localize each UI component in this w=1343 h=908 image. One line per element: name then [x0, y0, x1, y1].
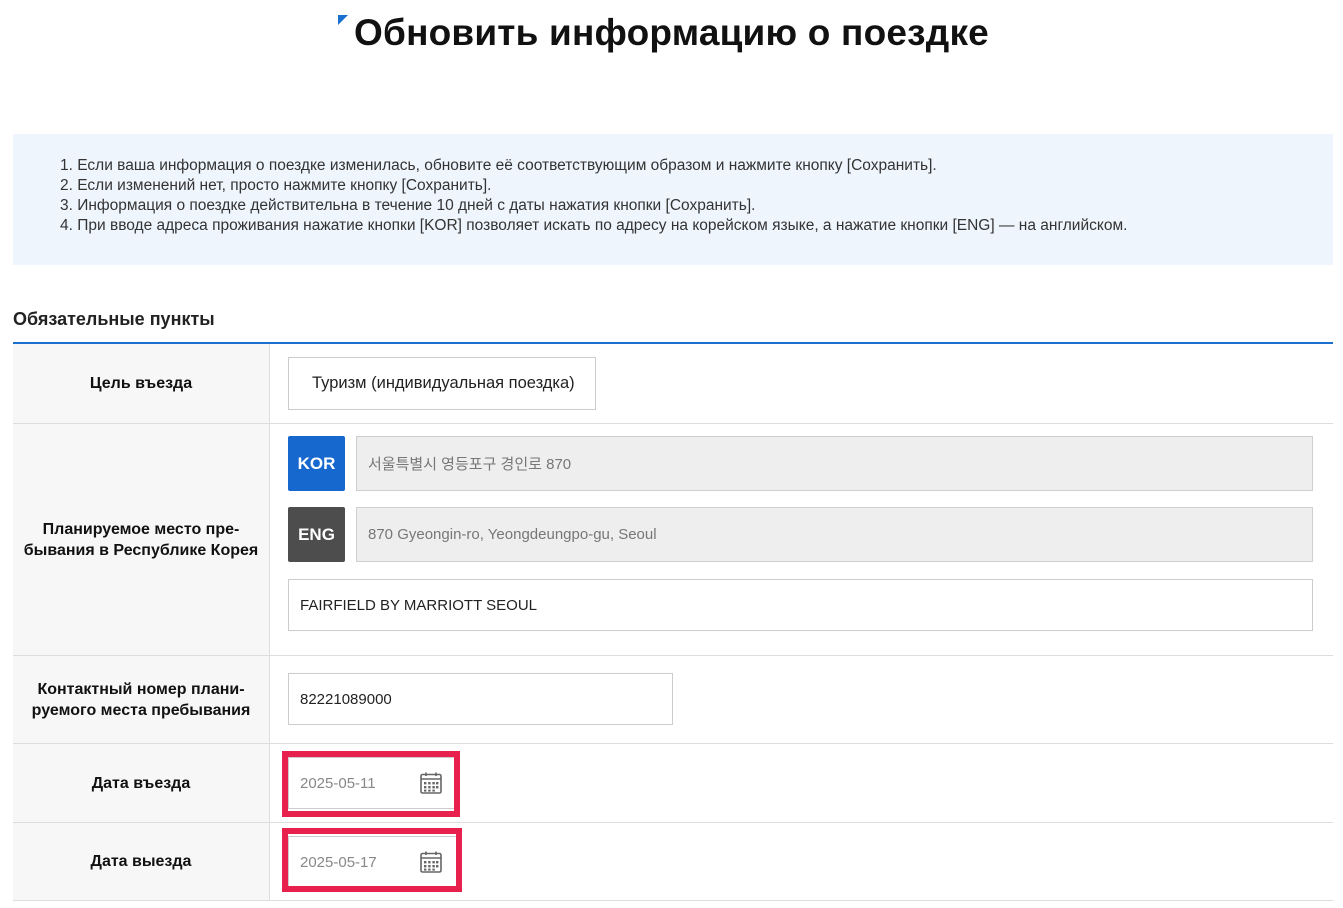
- content-exit-date: 2025-05-17: [270, 823, 1333, 900]
- notice-item: 3. Информация о поездке действительна в …: [60, 197, 756, 214]
- notice-item: 1. Если ваша информация о поездке измени…: [60, 157, 937, 174]
- row-exit-date: Дата выезда 2025-05-17: [13, 823, 1333, 901]
- trip-form: Цель въезда Туризм (индивидуальная поезд…: [13, 342, 1333, 901]
- eng-address-field: 870 Gyeongin-ro, Yeongdeungpo-gu, Seoul: [356, 507, 1313, 562]
- label-entry-date: Дата въезда: [13, 744, 270, 822]
- row-entry-date: Дата въезда 2025-05-11: [13, 744, 1333, 823]
- row-contact: Контактный номер плани-руемого места пре…: [13, 656, 1333, 744]
- kor-address-button[interactable]: KOR: [288, 436, 345, 491]
- notice-box: 1. Если ваша информация о поездке измени…: [13, 134, 1333, 265]
- content-entry-date: 2025-05-11: [270, 744, 1333, 822]
- notice-list: 1. Если ваша информация о поездке измени…: [60, 156, 1333, 236]
- place-name-input[interactable]: FAIRFIELD BY MARRIOTT SEOUL: [288, 579, 1313, 631]
- exit-date-highlight: [282, 828, 462, 892]
- section-title-required: Обязательные пункты: [13, 309, 215, 329]
- content-contact: 82221089000: [270, 656, 1333, 743]
- label-stay: Планируемое место пре-бывания в Республи…: [13, 424, 270, 655]
- entry-date-highlight: [282, 751, 460, 817]
- content-stay: KOR 서울특별시 영등포구 경인로 870 ENG 870 Gyeongin-…: [270, 424, 1333, 655]
- content-purpose: Туризм (индивидуальная поездка): [270, 344, 1333, 423]
- label-contact: Контактный номер плани-руемого места пре…: [13, 656, 270, 743]
- notice-item: 4. При вводе адреса проживания нажатие к…: [60, 217, 1128, 234]
- kor-address-field: 서울특별시 영등포구 경인로 870: [356, 436, 1313, 491]
- row-purpose: Цель въезда Туризм (индивидуальная поезд…: [13, 344, 1333, 424]
- page-title: Обновить информацию о поездке: [354, 12, 989, 53]
- label-exit-date: Дата выезда: [13, 823, 270, 900]
- contact-number-input[interactable]: 82221089000: [288, 673, 673, 725]
- notice-item: 2. Если изменений нет, просто нажмите кн…: [60, 177, 492, 194]
- label-purpose: Цель въезда: [13, 344, 270, 423]
- row-stay: Планируемое место пре-бывания в Республи…: [13, 424, 1333, 656]
- purpose-select[interactable]: Туризм (индивидуальная поездка): [288, 357, 596, 410]
- eng-address-button[interactable]: ENG: [288, 507, 345, 562]
